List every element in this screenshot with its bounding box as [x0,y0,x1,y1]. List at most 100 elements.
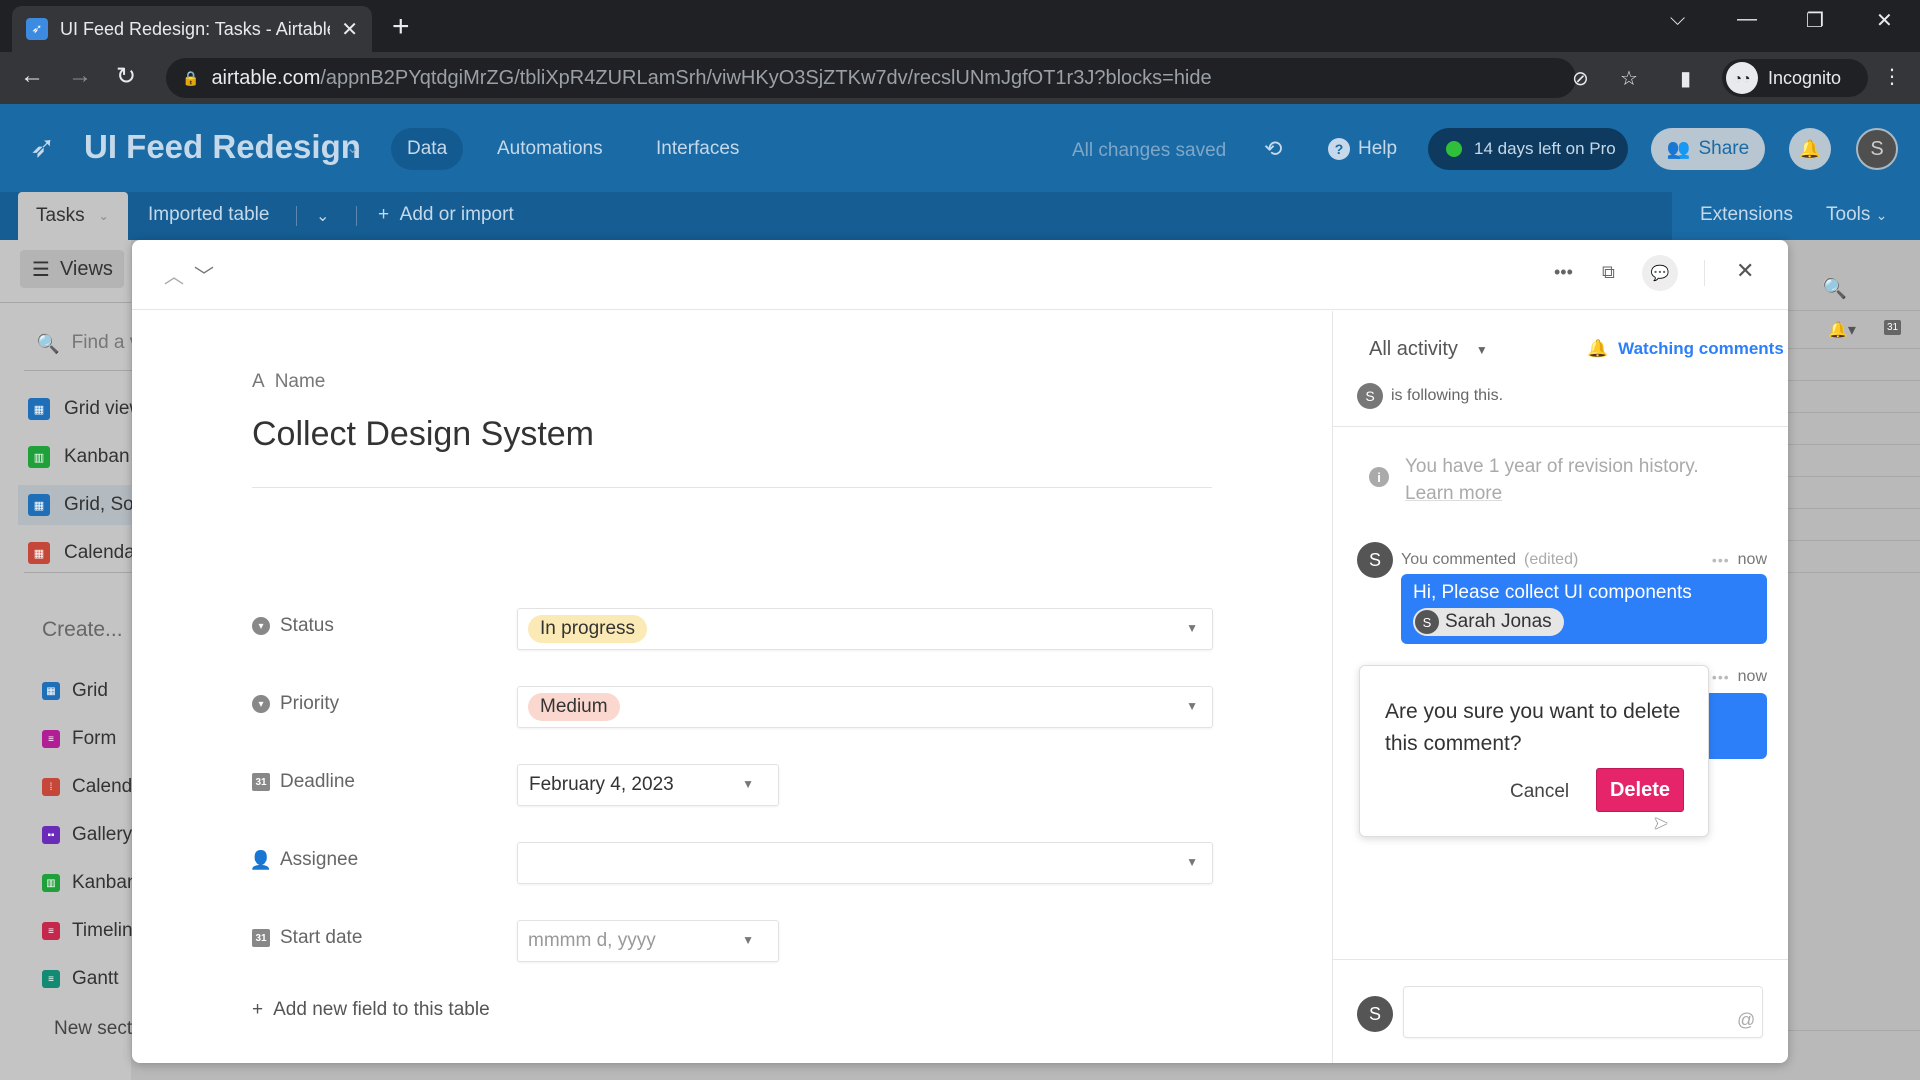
grid-icon: ▦ [28,398,50,420]
trial-label: 14 days left on Pro [1474,139,1616,158]
start-date-input[interactable]: mmmm d, yyyy ▼ [517,920,779,962]
revision-history-notice: i You have 1 year of revision history. L… [1369,453,1729,507]
trial-badge[interactable]: 14 days left on Pro [1428,128,1628,170]
comment-bubble: Hi, Please collect UI components S Sarah… [1401,574,1767,644]
previous-record-chevron-up-icon[interactable]: ︿ [164,260,184,289]
views-toggle-button[interactable]: ☰ Views [20,250,124,288]
mention-at-icon[interactable]: @ [1737,1010,1755,1031]
watching-comments-toggle[interactable]: 🔔 Watching comments [1587,339,1784,359]
caret-down-icon: ▼ [1186,699,1198,713]
form-icon: ≡ [42,730,60,748]
chevron-down-icon[interactable]: ⌄ [346,138,359,158]
calendar-icon: ⁞ [42,778,60,796]
watching-label: Watching comments [1618,339,1784,358]
close-window-button[interactable]: ✕ [1876,8,1893,33]
bell-icon: 🔔 [1798,138,1822,159]
help-button[interactable]: ? Help [1328,138,1397,160]
tab-automations[interactable]: Automations [481,128,619,170]
new-tab-button[interactable]: + [392,10,410,44]
airtable-rocket-icon: ➶ [26,18,48,40]
divider [24,370,134,371]
status-select[interactable]: In progress ▼ [517,608,1213,650]
mention-chip[interactable]: S Sarah Jonas [1413,608,1564,636]
comment-edited-label: (edited) [1524,551,1579,568]
divider [1788,572,1920,573]
minimize-button[interactable]: — [1737,8,1757,31]
learn-more-link[interactable]: Learn more [1405,483,1502,504]
add-or-import-label: Add or import [399,204,514,225]
comments-toggle-icon[interactable]: 💬 [1642,255,1678,291]
priority-select[interactable]: Medium ▼ [517,686,1213,728]
expand-link-icon[interactable]: ⧉ [1602,262,1615,283]
reload-button[interactable]: ↻ [116,62,136,91]
add-or-import-button[interactable]: + Add or import [378,204,514,226]
avatar: S [1357,996,1393,1032]
more-options-icon[interactable]: ••• [1554,262,1573,283]
cancel-button[interactable]: Cancel [1510,781,1569,803]
comment-more-icon[interactable]: ••• [1712,669,1730,685]
comment-more-icon[interactable]: ••• [1712,552,1730,568]
avatar[interactable]: S [1856,128,1898,170]
restore-button[interactable]: ❐ [1806,8,1824,33]
chevron-down-icon: ⌄ [98,209,109,223]
table-tab-tasks[interactable]: Tasks ⌄ [18,192,128,240]
close-icon[interactable]: ✕ [1736,258,1754,284]
record-title[interactable]: Collect Design System [252,415,594,454]
base-name[interactable]: UI Feed Redesign [84,128,361,166]
create-form[interactable]: ≡ Form [42,728,116,750]
lock-icon: 🔒 [182,69,200,86]
add-field-button[interactable]: + Add new field to this table [252,999,490,1021]
confirm-message: Are you sure you want to delete this com… [1385,700,1681,755]
divider [1788,444,1920,445]
back-button[interactable]: ← [20,62,44,90]
create-grid[interactable]: ▦ Grid [42,680,108,702]
field-label-start-date: 31 Start date [252,927,362,949]
divider [1788,310,1920,311]
views-label: Views [59,257,113,280]
address-bar[interactable]: 🔒 airtable.com /appnB2PYqtdgiMrZG/tbliXp… [166,58,1638,98]
tables-dropdown-icon[interactable]: ⌄ [316,206,329,226]
bookmark-star-icon[interactable]: ☆ [1620,66,1638,91]
comment-timestamp: now [1737,551,1767,568]
incognito-profile[interactable]: ◔◔ Incognito [1722,59,1868,97]
caret-down-icon: ▼ [1186,855,1198,869]
kanban-icon: ▥ [28,446,50,468]
info-icon: i [1369,467,1389,487]
comment-input[interactable] [1403,986,1763,1038]
tab-search-icon[interactable]: ⌵ [1670,8,1685,31]
browser-tab[interactable]: ➶ UI Feed Redesign: Tasks - Airtable ✕ [12,6,372,52]
notifications-button[interactable]: 🔔 [1789,128,1831,170]
activity-filter-dropdown[interactable]: All activity ▼ [1369,338,1488,361]
app-header: ➶ UI Feed Redesign ⌄ Data Automations In… [0,104,1920,192]
create-item-label: Grid [72,680,108,701]
divider [1788,380,1920,381]
sidebar-item-label: Calendar [64,542,142,563]
table-tab-imported[interactable]: Imported table [148,204,269,226]
share-button[interactable]: 👥 Share [1651,128,1765,170]
share-label: Share [1698,138,1750,159]
next-record-chevron-down-icon[interactable]: ﹀ [194,260,214,289]
activity-panel: All activity ▼ 🔔 Watching comments S is … [1332,311,1788,1063]
tab-interfaces[interactable]: Interfaces [640,128,755,170]
tab-data[interactable]: Data [391,128,464,170]
create-gantt[interactable]: ≡ Gantt [42,968,118,990]
tools-button[interactable]: Tools ⌄ [1826,204,1887,226]
side-panel-icon[interactable]: ▮ [1680,66,1691,91]
delete-button[interactable]: Delete [1596,768,1684,812]
menu-icon: ☰ [32,258,50,281]
browser-menu-icon[interactable]: ⋮ [1882,64,1902,89]
history-icon[interactable]: ⟲ [1264,136,1282,162]
name-field-text: Name [274,371,326,392]
assignee-select[interactable]: ▼ [517,842,1213,884]
extensions-area: Extensions Tools ⌄ [1672,192,1920,240]
tab-close-icon[interactable]: ✕ [341,17,358,42]
deadline-date-input[interactable]: February 4, 2023 ▼ [517,764,779,806]
create-timeline[interactable]: ≡ Timeline [42,920,143,942]
search-icon[interactable]: 🔍 [1822,276,1847,301]
create-kanban[interactable]: ▥ Kanban [42,872,138,894]
divider [24,572,134,573]
extensions-button[interactable]: Extensions [1700,204,1793,226]
create-gallery[interactable]: ▪▪ Gallery [42,824,132,846]
tracking-eye-off-icon[interactable]: ⊘ [1572,66,1589,91]
forward-button[interactable]: → [68,62,92,90]
